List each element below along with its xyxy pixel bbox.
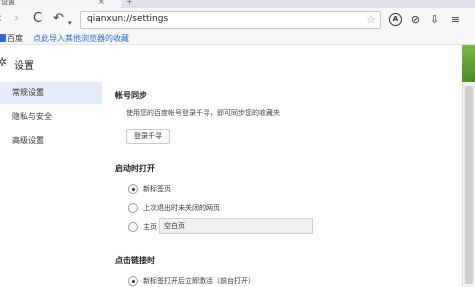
compass-icon[interactable]: ⊘ bbox=[409, 13, 422, 26]
undo-icon[interactable]: ↶ bbox=[53, 11, 64, 27]
tab-bar: 设置 × + bbox=[0, 0, 475, 8]
login-button[interactable]: 登录千寻 bbox=[126, 129, 170, 144]
sidebar-item-general[interactable]: 常规设置 bbox=[0, 82, 102, 104]
radio-button[interactable] bbox=[128, 184, 138, 194]
sidebar-item-privacy[interactable]: 隐私与安全 bbox=[0, 106, 102, 128]
toolbar: ‹ › C ↶ ▾ qianxun://settings ☆ A ⊘ ⇩ ≡ bbox=[0, 8, 475, 32]
baidu-icon bbox=[0, 34, 6, 42]
url-text[interactable]: qianxun://settings bbox=[87, 14, 168, 24]
import-bookmarks-link[interactable]: 点此导入其他浏览器的收藏 bbox=[33, 33, 129, 44]
page-title: 设置 bbox=[14, 61, 34, 72]
forward-icon[interactable]: › bbox=[14, 11, 19, 27]
radio-button[interactable] bbox=[128, 276, 138, 286]
gear-icon: ✲ bbox=[0, 55, 8, 69]
menu-icon[interactable]: ≡ bbox=[449, 13, 462, 26]
radio-button[interactable] bbox=[128, 203, 138, 213]
radio-label: 新标签打开后立即激活（前台打开） bbox=[143, 277, 255, 285]
scrollbar[interactable] bbox=[462, 82, 475, 287]
radio-button[interactable] bbox=[128, 222, 138, 232]
bookmark-baidu[interactable]: 百度 bbox=[7, 33, 23, 44]
adblock-icon[interactable]: A bbox=[389, 13, 402, 26]
tab-title: 设置 bbox=[1, 0, 15, 6]
sidebar-item-advanced[interactable]: 高级设置 bbox=[0, 130, 102, 152]
star-icon[interactable]: ☆ bbox=[366, 13, 376, 26]
homepage-input[interactable]: 空白页 bbox=[159, 218, 313, 234]
section-title-startup: 启动时打开 bbox=[115, 164, 155, 173]
address-bar[interactable]: qianxun://settings ☆ bbox=[80, 11, 381, 29]
reload-icon[interactable]: C bbox=[33, 11, 42, 27]
background-strip bbox=[462, 45, 475, 82]
download-icon[interactable]: ⇩ bbox=[428, 13, 441, 26]
settings-sidebar: 常规设置 隐私与安全 高级设置 bbox=[0, 82, 102, 287]
close-icon[interactable]: × bbox=[98, 0, 105, 6]
back-icon[interactable]: ‹ bbox=[0, 11, 2, 27]
settings-header: ✲ 设置 bbox=[0, 45, 475, 79]
scrollbar-thumb[interactable] bbox=[465, 86, 473, 284]
settings-content: 帐号同步 使用您的百度帐号登录千寻，即可同步您的收藏夹 登录千寻 启动时打开 新… bbox=[102, 82, 462, 287]
bookmarks-bar: 百度 点此导入其他浏览器的收藏 bbox=[0, 32, 475, 45]
tab-settings[interactable]: 设置 × bbox=[0, 0, 122, 8]
radio-label: 新标签页 bbox=[143, 185, 171, 193]
new-tab-icon[interactable]: + bbox=[126, 0, 133, 6]
radio-label: 上次退出时未关闭的网页 bbox=[143, 204, 220, 212]
section-title-account: 帐号同步 bbox=[115, 91, 147, 100]
chevron-down-icon[interactable]: ▾ bbox=[68, 15, 72, 31]
account-description: 使用您的百度帐号登录千寻，即可同步您的收藏夹 bbox=[126, 109, 280, 117]
radio-label: 主页 bbox=[143, 223, 157, 231]
section-title-link-click: 点击链接时 bbox=[115, 256, 155, 265]
